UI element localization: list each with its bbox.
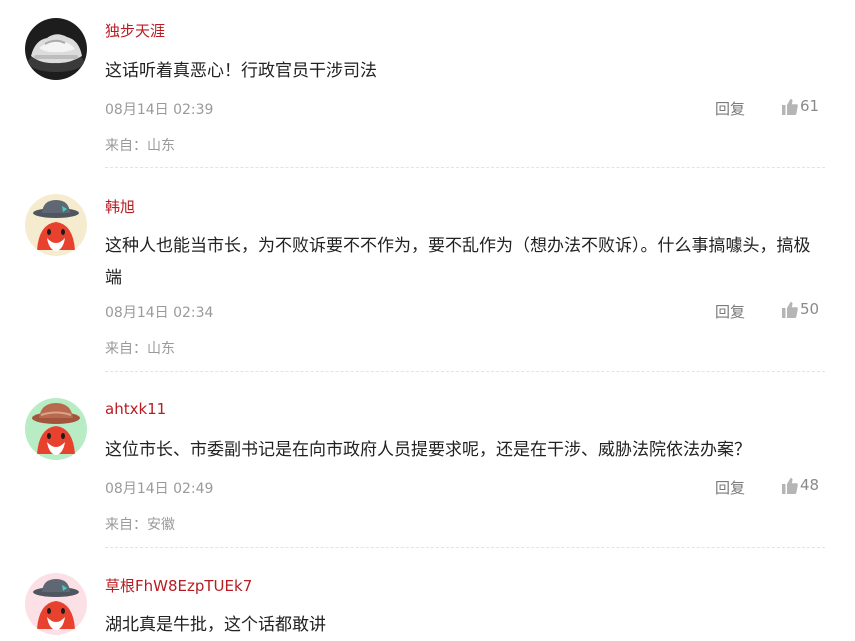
user-avatar[interactable] [25,573,87,635]
comment-text: 湖北真是牛批，这个话都敢讲 [105,615,326,635]
fox-hat-avatar-pink-icon [25,573,87,635]
comment-feed: 独步天涯 这话听着真恶心！行政官员干涉司法 08月14日 02:39 回复 61… [0,0,855,641]
username-link[interactable]: 草根FhW8EzpTUEk7 [105,575,252,596]
comment-item: 草根FhW8EzpTUEk7 湖北真是牛批，这个话都敢讲 [0,0,855,641]
